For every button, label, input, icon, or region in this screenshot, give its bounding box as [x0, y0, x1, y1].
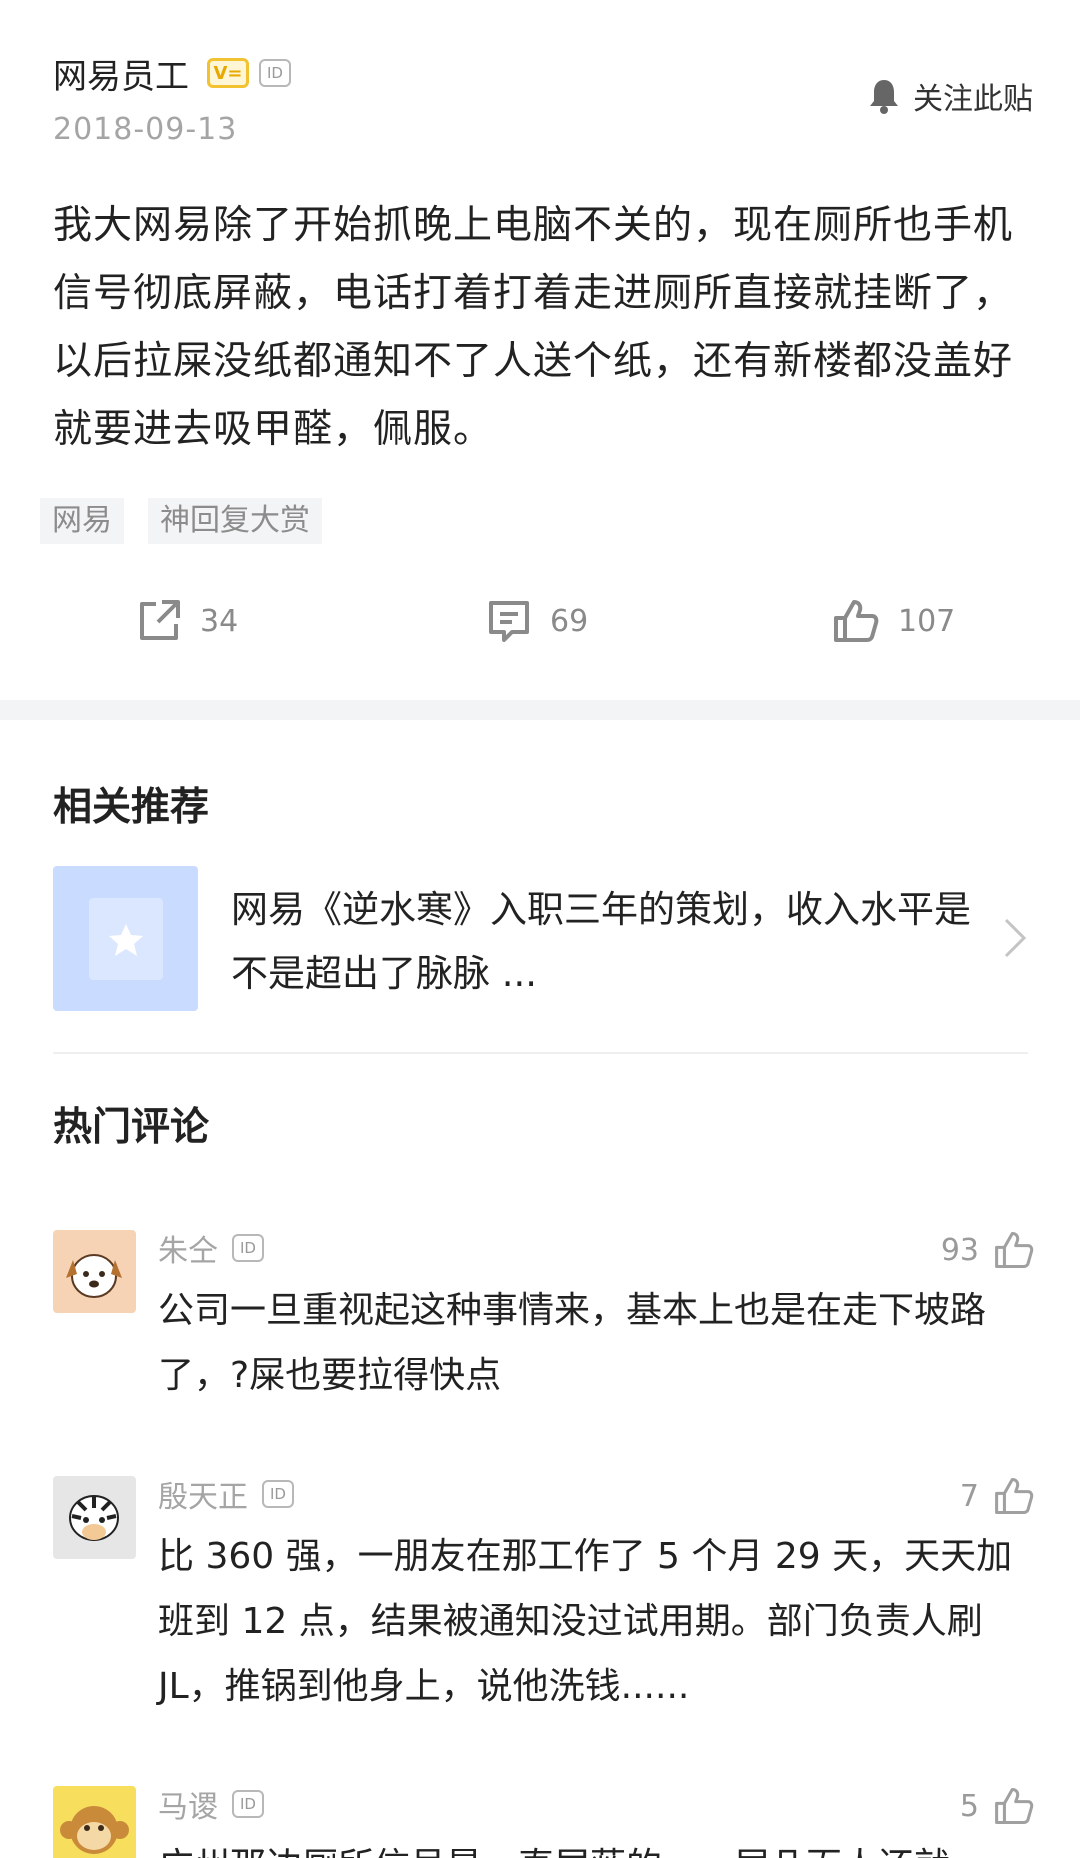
related-section-title: 相关推荐 — [53, 785, 210, 830]
comment-icon — [489, 601, 529, 642]
thumbs-up-icon — [834, 600, 879, 642]
avatar[interactable] — [53, 1786, 136, 1858]
comment-author-row: 朱仝 ID — [158, 1226, 264, 1270]
like-count: 107 — [898, 603, 956, 639]
tag-list: 网易 神回复大赏 — [40, 498, 346, 544]
tag-netease[interactable]: 网易 — [40, 498, 124, 544]
id-badge: ID — [259, 59, 291, 87]
thumbs-up-icon — [995, 1231, 1034, 1269]
comment-like-button[interactable]: 5 — [960, 1786, 1035, 1826]
chevron-right-icon — [1004, 918, 1027, 958]
post-header: 网易员工 V= ID 2018-09-13 关注此贴 — [53, 48, 1033, 158]
bell-icon — [870, 80, 898, 114]
post-body: 我大网易除了开始抓晚上电脑不关的，现在厕所也手机信号彻底屏蔽，电话打着打着走进厕… — [53, 203, 1014, 452]
comment-like-button[interactable]: 7 — [960, 1476, 1035, 1516]
verified-employee-badge: V= — [207, 58, 249, 88]
comment-count: 69 — [550, 603, 589, 639]
share-count: 34 — [200, 603, 239, 639]
like-button[interactable]: 107 — [832, 598, 955, 644]
dog-avatar-icon — [53, 1230, 136, 1313]
follow-label: 关注此贴 — [913, 82, 1033, 117]
id-badge: ID — [232, 1790, 264, 1818]
divider-line — [53, 1052, 1028, 1054]
comment-author-name[interactable]: 殷天正 — [158, 1472, 248, 1516]
comment-author-name[interactable]: 马谡 — [158, 1782, 218, 1826]
comment-like-count: 93 — [940, 1232, 979, 1268]
related-item[interactable]: 网易《逆水寒》入职三年的策划，收入水平是不是超出了脉脉 ... — [53, 866, 1028, 1011]
zebra-avatar-icon — [53, 1476, 136, 1559]
comment-author-row: 殷天正 ID — [158, 1472, 294, 1516]
comment-button[interactable]: 69 — [486, 598, 588, 644]
author-name[interactable]: 网易员工 — [53, 49, 189, 98]
monkey-avatar-icon — [53, 1786, 136, 1858]
thumbs-up-icon — [995, 1787, 1034, 1825]
id-badge: ID — [232, 1234, 264, 1262]
section-divider — [0, 700, 1080, 720]
comment-like-button[interactable]: 93 — [941, 1230, 1035, 1270]
id-badge: ID — [262, 1480, 294, 1508]
document-icon — [89, 898, 163, 980]
avatar[interactable] — [53, 1476, 136, 1559]
comment-author-name[interactable]: 朱仝 — [158, 1226, 218, 1270]
share-icon — [140, 600, 180, 640]
thumbs-up-icon — [995, 1477, 1034, 1515]
comment-like-count: 7 — [959, 1478, 979, 1514]
tag-best-replies[interactable]: 神回复大赏 — [148, 498, 322, 544]
comment-text: 公司一旦重视起这种事情来，基本上也是在走下坡路了，?屎也要拉得快点 — [158, 1290, 987, 1396]
comment-like-count: 5 — [959, 1788, 979, 1824]
related-thumbnail — [53, 866, 198, 1011]
hot-comments-title: 热门评论 — [53, 1105, 210, 1150]
comment-text: 广州那边厕所信号是一直屏蔽的，一层几百人还就 — [158, 1834, 1028, 1858]
avatar[interactable] — [53, 1230, 136, 1313]
share-button[interactable]: 34 — [136, 598, 238, 644]
comment-text: 比 360 强，一朋友在那工作了 5 个月 29 天，天天加班到 12 点，结果… — [158, 1536, 1013, 1707]
post-action-bar: 34 69 107 — [0, 598, 1080, 654]
follow-post-button[interactable]: 关注此贴 — [867, 74, 1033, 118]
comment-author-row: 马谡 ID — [158, 1782, 264, 1826]
related-item-title: 网易《逆水寒》入职三年的策划，收入水平是不是超出了脉脉 ... — [231, 888, 971, 995]
